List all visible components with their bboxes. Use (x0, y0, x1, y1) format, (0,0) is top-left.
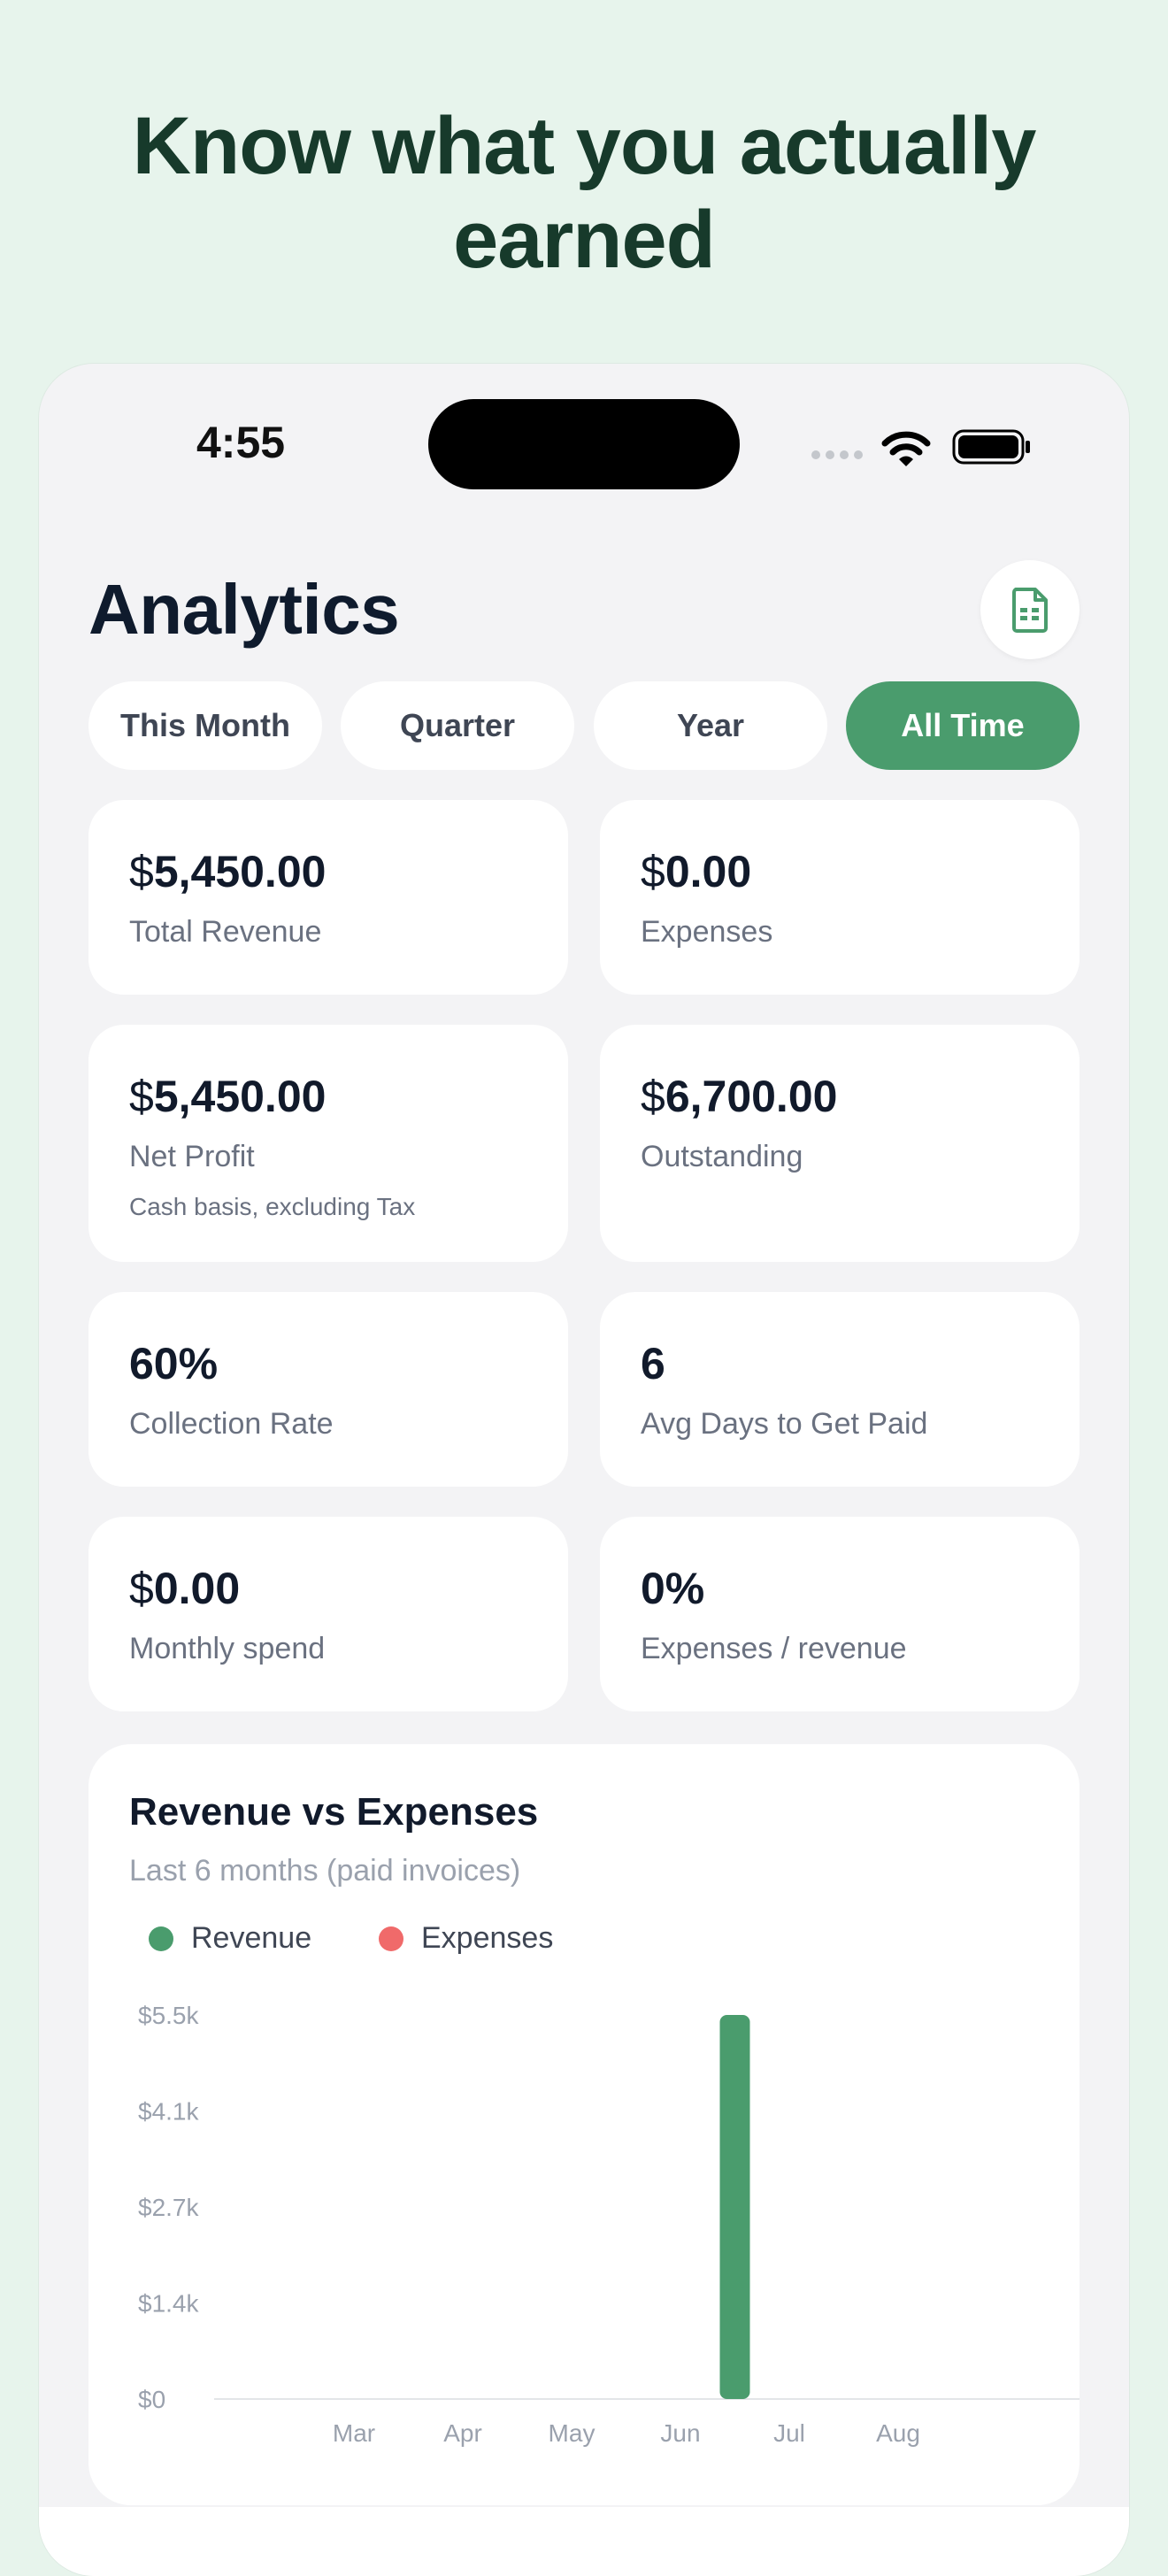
tab-year[interactable]: Year (594, 681, 827, 770)
outstanding-card: $6,700.00 Outstanding (600, 1025, 1080, 1262)
headline: Know what you actually earned (132, 101, 1037, 285)
net-profit-label: Net Profit (129, 1140, 255, 1173)
collection-rate-label: Collection Rate (129, 1407, 334, 1441)
page-title: Analytics (88, 570, 400, 649)
tab-all-time[interactable]: All Time (846, 681, 1080, 770)
tab-this-month[interactable]: This Month (88, 681, 322, 770)
spreadsheet-icon (1012, 588, 1048, 633)
wifi-icon (881, 431, 931, 466)
x-tick-label: Aug (876, 2419, 920, 2447)
tab-quarter[interactable]: Quarter (341, 681, 574, 770)
total-revenue-value: $5,450.00 (129, 847, 327, 896)
monthly-spend-label: Monthly spend (129, 1632, 326, 1665)
total-revenue-label: Total Revenue (129, 915, 322, 949)
avg-days-card: 6 Avg Days to Get Paid (600, 1292, 1080, 1487)
x-tick-label: Apr (443, 2419, 482, 2447)
net-profit-value: $5,450.00 (129, 1072, 327, 1121)
expenses-value: $0.00 (641, 847, 752, 896)
x-tick-label: Mar (333, 2419, 375, 2447)
total-revenue-card: $5,450.00 Total Revenue (88, 800, 568, 995)
x-tick-label: Jun (660, 2419, 700, 2447)
collection-rate-card: 60% Collection Rate (88, 1292, 568, 1487)
outstanding-value: $6,700.00 (641, 1072, 838, 1121)
signal-icon (811, 450, 863, 459)
bottom-tab-bar (39, 2507, 1129, 2576)
export-report-button[interactable] (980, 560, 1080, 659)
dynamic-island (428, 399, 740, 489)
x-tick-label: Jul (773, 2419, 805, 2447)
expense-ratio-label: Expenses / revenue (641, 1632, 907, 1665)
y-tick-label: $2.7k (138, 2194, 199, 2221)
collection-rate-value: 60% (129, 1339, 219, 1388)
x-tick-label: May (549, 2419, 596, 2447)
net-profit-card: $5,450.00 Net Profit Cash basis, excludi… (88, 1025, 568, 1262)
revenue-expenses-chart-card: Revenue vs Expenses Last 6 months (paid … (88, 1744, 1080, 2505)
y-tick-label: $0 (138, 2386, 165, 2413)
avg-days-label: Avg Days to Get Paid (641, 1407, 928, 1441)
expenses-label: Expenses (641, 915, 773, 949)
expense-ratio-value: 0% (641, 1564, 705, 1613)
bar-chart: $5.5k $4.1k $2.7k $1.4k $0 Mar Apr May Jun Jul Aug (138, 2002, 1080, 2447)
avg-days-value: 6 (641, 1339, 665, 1388)
outstanding-label: Outstanding (641, 1140, 803, 1173)
phone-screen: 4:55 Analytics This Month Quarter Year A… (39, 364, 1129, 2576)
expenses-card: $0.00 Expenses (600, 800, 1080, 995)
y-tick-label: $4.1k (138, 2098, 199, 2126)
y-tick-label: $5.5k (138, 2002, 199, 2029)
y-tick-label: $1.4k (138, 2290, 199, 2318)
monthly-spend-value: $0.00 (129, 1564, 241, 1613)
period-tabs: This Month Quarter Year All Time (88, 681, 1080, 770)
net-profit-note: Cash basis, excluding Tax (129, 1193, 416, 1220)
battery-icon (952, 429, 1030, 465)
expense-ratio-card: 0% Expenses / revenue (600, 1517, 1080, 1711)
bar-revenue (719, 2015, 750, 2399)
monthly-spend-card: $0.00 Monthly spend (88, 1517, 568, 1711)
status-time: 4:55 (196, 418, 286, 467)
